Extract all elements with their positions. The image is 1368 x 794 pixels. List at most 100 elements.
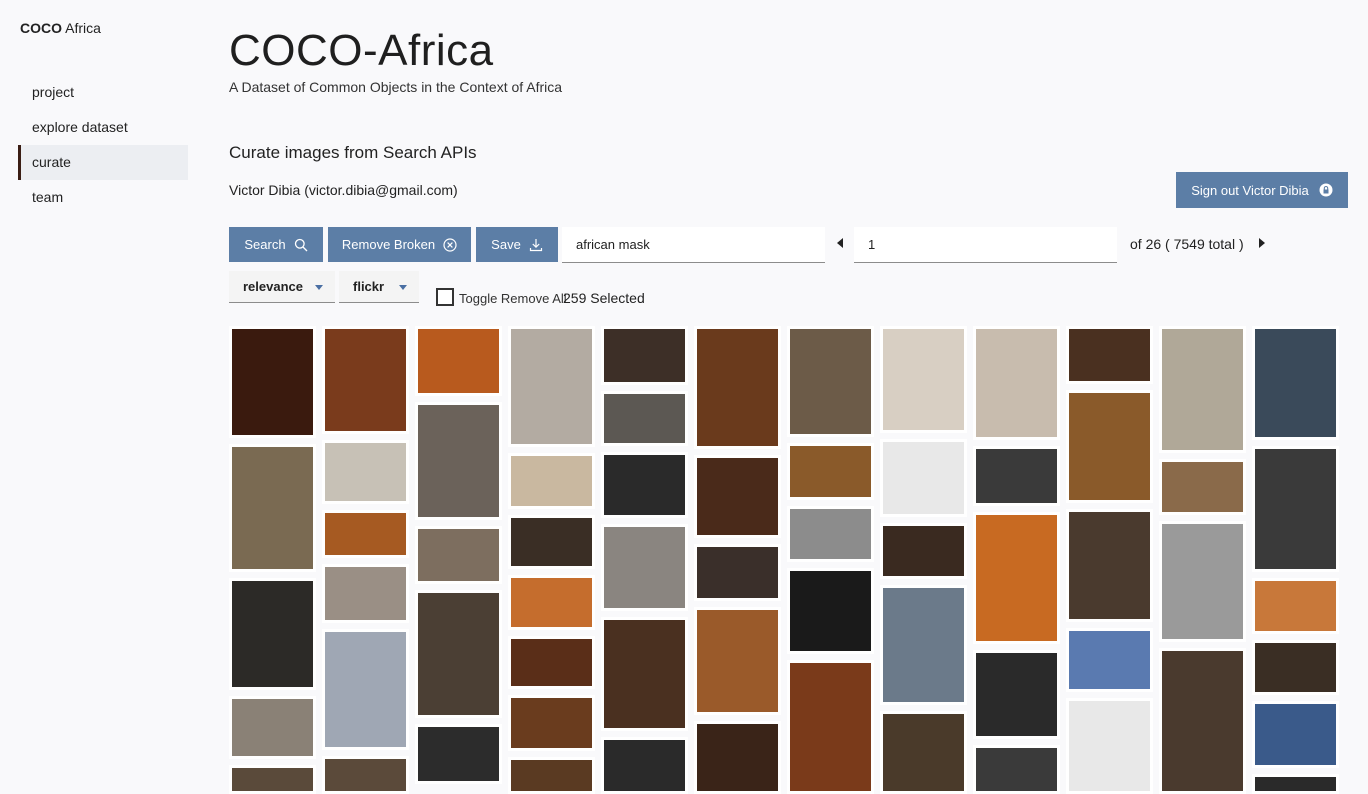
- user-info: Victor Dibia (victor.dibia@gmail.com): [229, 182, 458, 198]
- sidebar-item-explore-dataset[interactable]: explore dataset: [18, 110, 188, 145]
- image-thumbnail[interactable]: [1066, 697, 1153, 794]
- image-thumbnail[interactable]: [322, 509, 409, 559]
- sort-select[interactable]: relevance: [229, 271, 335, 303]
- image-thumbnail[interactable]: [787, 568, 874, 655]
- image-thumbnail[interactable]: [415, 402, 502, 520]
- search-query-input[interactable]: [562, 227, 825, 263]
- image-column: [415, 326, 502, 794]
- image-thumbnail[interactable]: [229, 764, 316, 794]
- image-thumbnail[interactable]: [1159, 326, 1246, 453]
- image-column: [322, 326, 409, 794]
- image-column: [1159, 326, 1246, 794]
- image-thumbnail[interactable]: [415, 326, 502, 396]
- image-thumbnail[interactable]: [1066, 509, 1153, 623]
- image-thumbnail[interactable]: [973, 446, 1060, 506]
- image-thumbnail[interactable]: [322, 564, 409, 623]
- image-thumbnail[interactable]: [508, 694, 595, 751]
- image-thumbnail[interactable]: [322, 628, 409, 751]
- image-thumbnail[interactable]: [601, 451, 688, 519]
- image-column: [508, 326, 595, 794]
- image-thumbnail[interactable]: [1159, 458, 1246, 516]
- image-thumbnail[interactable]: [787, 326, 874, 437]
- image-thumbnail[interactable]: [601, 390, 688, 446]
- image-thumbnail[interactable]: [508, 326, 595, 447]
- image-column: [1252, 326, 1339, 794]
- image-thumbnail[interactable]: [1159, 521, 1246, 642]
- sign-out-label: Sign out Victor Dibia: [1191, 182, 1309, 198]
- image-thumbnail[interactable]: [508, 756, 595, 794]
- image-thumbnail[interactable]: [229, 577, 316, 690]
- image-thumbnail[interactable]: [229, 326, 316, 439]
- image-thumbnail[interactable]: [322, 756, 409, 794]
- chevron-down-icon: [315, 285, 323, 290]
- caret-right-icon[interactable]: [1259, 238, 1265, 248]
- image-thumbnail[interactable]: [229, 695, 316, 759]
- image-column: [787, 326, 874, 794]
- save-button[interactable]: Save: [476, 227, 558, 262]
- image-column: [229, 326, 316, 794]
- brand-africa: Africa: [65, 20, 101, 36]
- sidebar-item-curate[interactable]: curate: [18, 145, 188, 180]
- image-thumbnail[interactable]: [787, 506, 874, 563]
- image-thumbnail[interactable]: [880, 522, 967, 579]
- image-thumbnail[interactable]: [322, 439, 409, 504]
- image-column: [601, 326, 688, 794]
- image-thumbnail[interactable]: [880, 710, 967, 794]
- image-column: [694, 326, 781, 794]
- page-subtitle: A Dataset of Common Objects in the Conte…: [229, 79, 563, 95]
- image-thumbnail[interactable]: [508, 452, 595, 509]
- image-thumbnail[interactable]: [601, 737, 688, 794]
- image-column: [973, 326, 1060, 794]
- image-grid: [229, 326, 1349, 794]
- image-thumbnail[interactable]: [973, 511, 1060, 644]
- page-number-input[interactable]: [854, 227, 1117, 263]
- image-thumbnail[interactable]: [1066, 326, 1153, 384]
- save-label: Save: [491, 237, 521, 252]
- caret-left-icon[interactable]: [837, 238, 843, 248]
- sidebar-item-team[interactable]: team: [18, 180, 188, 215]
- brand-logo[interactable]: COCO Africa: [20, 20, 101, 36]
- image-thumbnail[interactable]: [415, 590, 502, 718]
- source-select[interactable]: flickr: [339, 271, 419, 303]
- image-thumbnail[interactable]: [508, 636, 595, 689]
- image-thumbnail[interactable]: [1252, 326, 1339, 441]
- close-circle-icon: [443, 237, 457, 252]
- image-thumbnail[interactable]: [694, 544, 781, 601]
- sign-out-button[interactable]: Sign out Victor Dibia: [1176, 172, 1348, 208]
- toggle-remove-all-checkbox[interactable]: [436, 288, 454, 306]
- image-thumbnail[interactable]: [415, 526, 502, 584]
- search-button[interactable]: Search: [229, 227, 323, 262]
- image-thumbnail[interactable]: [508, 514, 595, 569]
- image-thumbnail[interactable]: [973, 744, 1060, 794]
- image-thumbnail[interactable]: [880, 326, 967, 434]
- remove-broken-button[interactable]: Remove Broken: [328, 227, 471, 262]
- image-thumbnail[interactable]: [973, 326, 1060, 441]
- image-thumbnail[interactable]: [694, 721, 781, 794]
- image-thumbnail[interactable]: [1252, 578, 1339, 635]
- image-thumbnail[interactable]: [322, 326, 409, 434]
- image-thumbnail[interactable]: [694, 606, 781, 716]
- image-thumbnail[interactable]: [1066, 628, 1153, 692]
- image-thumbnail[interactable]: [1252, 774, 1339, 794]
- image-thumbnail[interactable]: [787, 660, 874, 794]
- image-thumbnail[interactable]: [601, 524, 688, 612]
- image-thumbnail[interactable]: [601, 617, 688, 732]
- image-thumbnail[interactable]: [415, 724, 502, 784]
- image-thumbnail[interactable]: [880, 439, 967, 517]
- image-thumbnail[interactable]: [1252, 640, 1339, 695]
- image-thumbnail[interactable]: [787, 442, 874, 501]
- image-thumbnail[interactable]: [694, 455, 781, 539]
- image-thumbnail[interactable]: [508, 574, 595, 631]
- image-thumbnail[interactable]: [1066, 389, 1153, 504]
- brand-coco: COCO: [20, 20, 62, 36]
- image-thumbnail[interactable]: [1252, 700, 1339, 769]
- source-select-value: flickr: [353, 279, 385, 294]
- image-thumbnail[interactable]: [229, 444, 316, 572]
- image-thumbnail[interactable]: [694, 326, 781, 449]
- image-thumbnail[interactable]: [1252, 446, 1339, 573]
- image-thumbnail[interactable]: [880, 584, 967, 705]
- image-thumbnail[interactable]: [1159, 647, 1246, 794]
- image-thumbnail[interactable]: [973, 649, 1060, 739]
- image-thumbnail[interactable]: [601, 326, 688, 385]
- sidebar-item-project[interactable]: project: [18, 75, 188, 110]
